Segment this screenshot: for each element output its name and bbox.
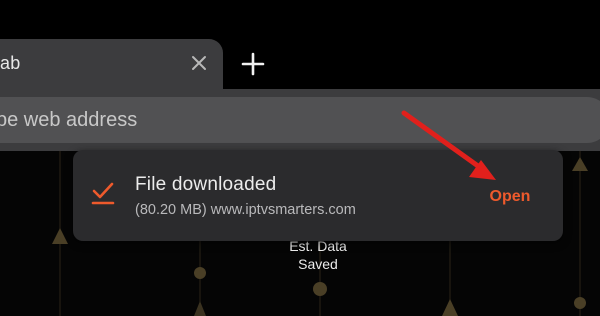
snackbar-title: File downloaded xyxy=(135,174,277,195)
label-line-2: Saved xyxy=(298,256,338,272)
browser-tab[interactable]: ab xyxy=(0,39,223,89)
est-data-saved-label: Est. Data Saved xyxy=(270,237,366,273)
plus-icon[interactable] xyxy=(240,51,266,77)
download-check-icon xyxy=(91,182,115,205)
download-snackbar: File downloaded (80.20 MB) www.iptvsmart… xyxy=(73,150,563,241)
snackbar-subtitle: (80.20 MB) www.iptvsmarters.com xyxy=(135,202,356,218)
toolbar xyxy=(0,89,600,151)
address-input[interactable] xyxy=(0,97,546,143)
close-icon[interactable] xyxy=(189,53,209,73)
tab-strip: ab xyxy=(0,0,600,90)
open-button[interactable]: Open xyxy=(475,182,545,212)
tab-title: ab xyxy=(0,53,21,73)
address-bar[interactable] xyxy=(0,97,600,143)
